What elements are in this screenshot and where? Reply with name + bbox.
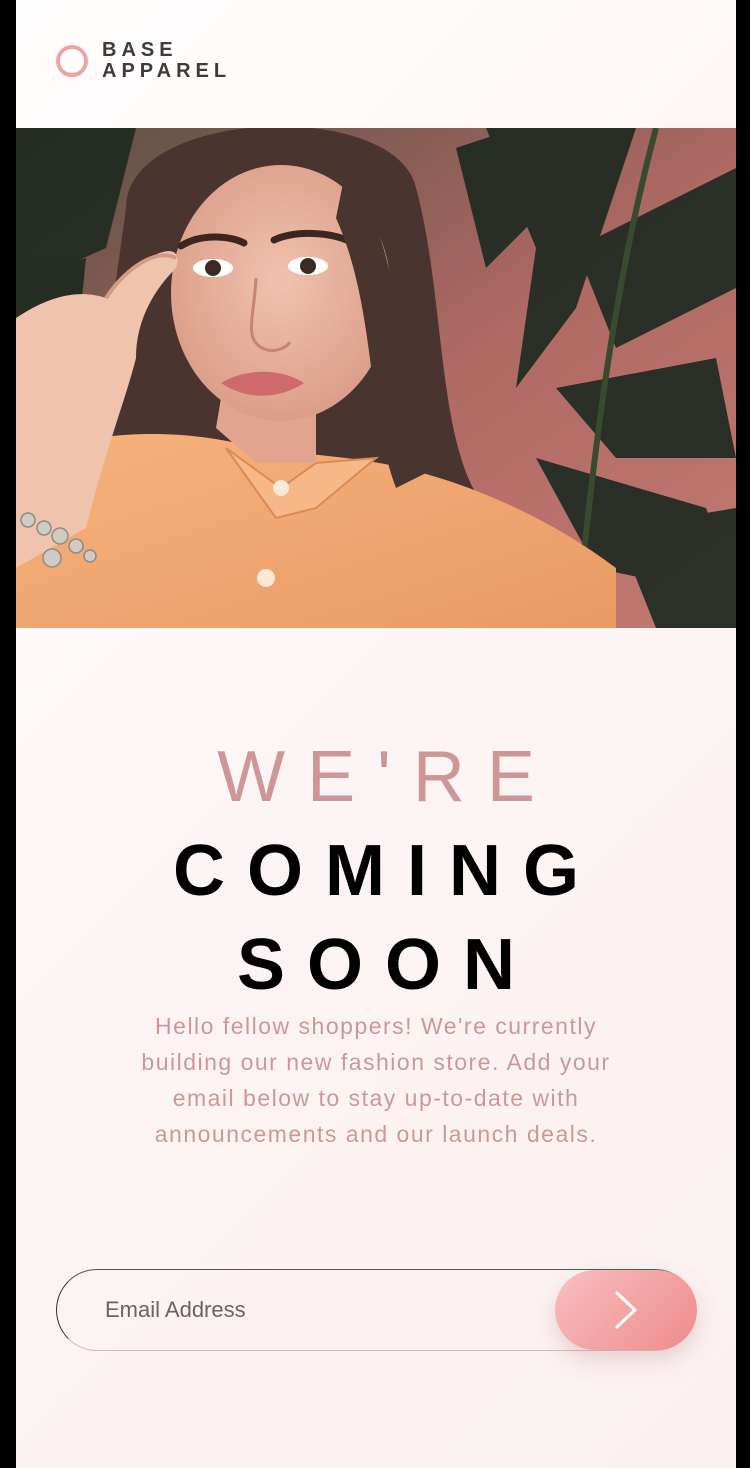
logo-word-base: BASE: [102, 39, 178, 61]
brand-logo[interactable]: BASE APPAREL: [56, 40, 231, 82]
headline-soon: SOON: [236, 925, 538, 1005]
logo-wordmark: BASE APPAREL: [102, 40, 231, 82]
hero-image: [16, 128, 736, 628]
headline-coming: COMING: [173, 831, 601, 911]
logo-word-apparel: APPAREL: [102, 60, 232, 82]
hero-photo-illustration: [16, 128, 736, 628]
submit-button[interactable]: [555, 1270, 697, 1350]
logo-circle-icon: [56, 45, 88, 77]
coming-soon-headline: WE'RE COMING SOON: [16, 730, 736, 1012]
email-signup-form: [56, 1269, 697, 1351]
coming-soon-page: BASE APPAREL WE'RE COMING SOON Hello fel…: [16, 0, 736, 1468]
chevron-right-icon: [615, 1291, 637, 1329]
intro-text: Hello fellow shoppers! We're currently b…: [141, 1013, 611, 1147]
headline-were: WE'RE: [217, 737, 557, 817]
